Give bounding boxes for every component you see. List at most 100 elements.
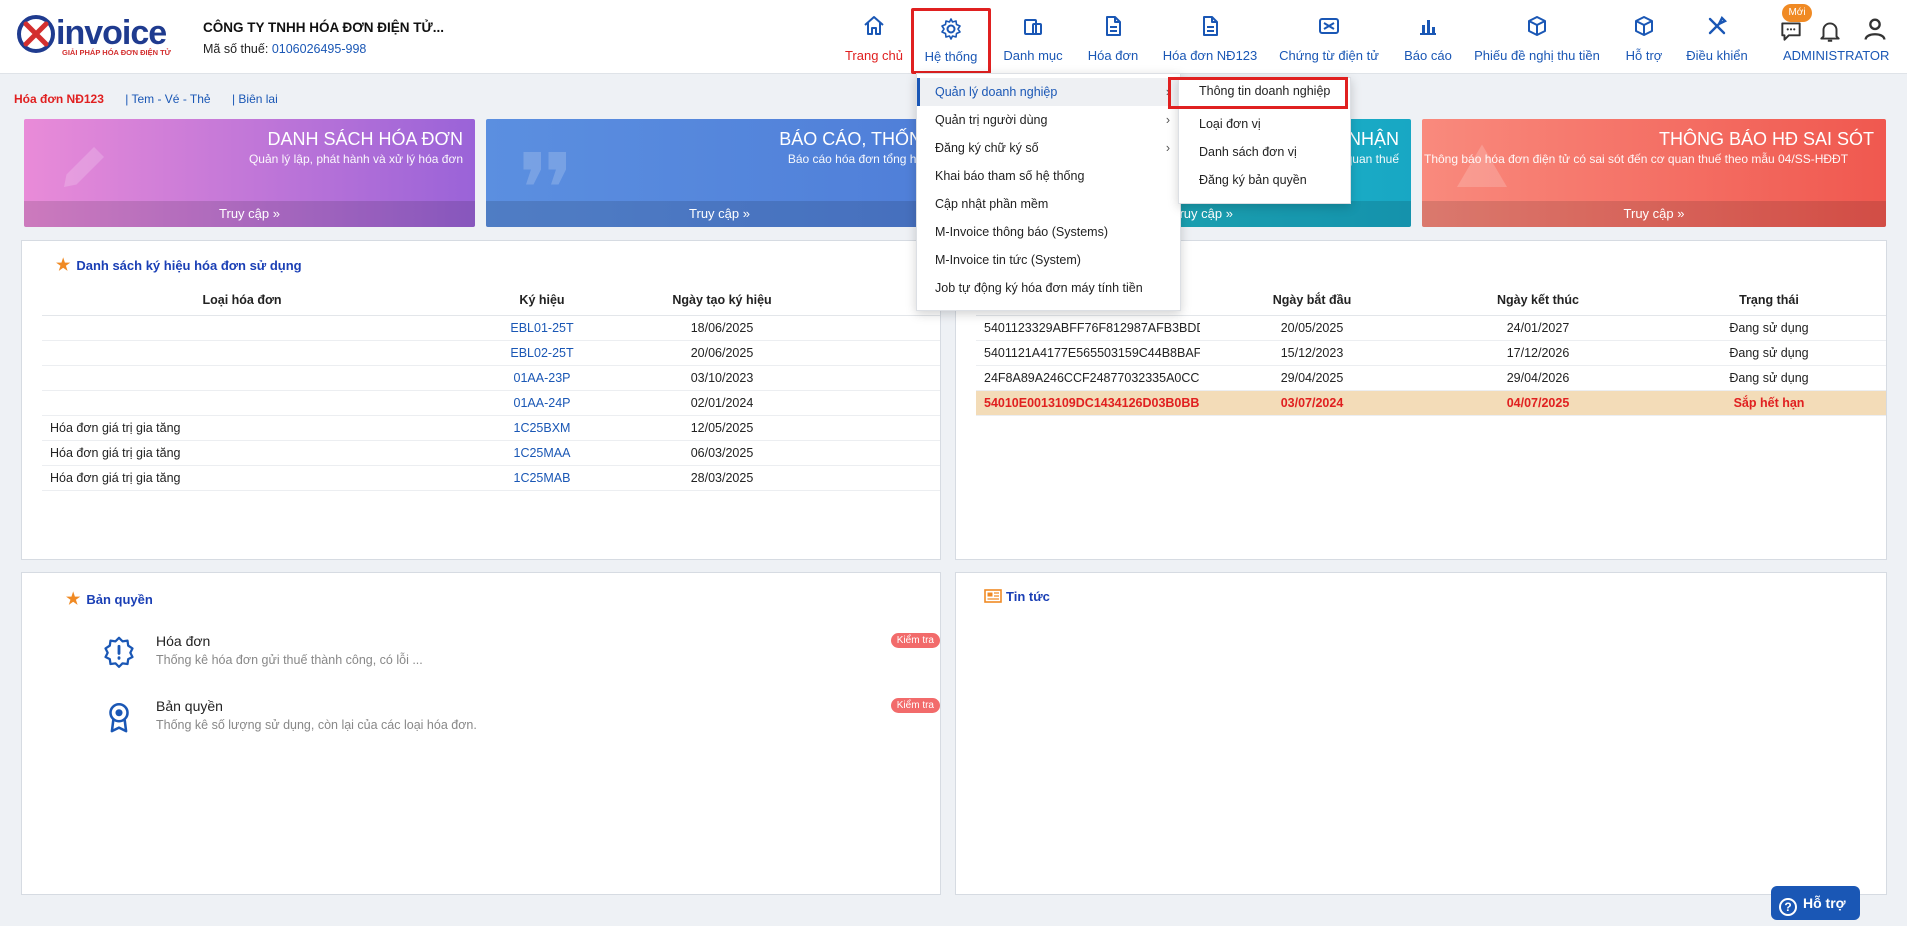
invoice-doc-icon bbox=[1203, 16, 1218, 36]
tile-access-link[interactable]: Truy cập » bbox=[1160, 201, 1411, 227]
table-row-expiring[interactable]: 54010E0013109DC1434126D03B0BB' 03/07/2024… bbox=[976, 390, 1886, 416]
home-icon bbox=[864, 16, 884, 35]
col-status: Trạng thái bbox=[1652, 285, 1886, 316]
table-row[interactable]: 01AA-24P 02/01/2024 bbox=[42, 390, 940, 416]
cell-symbol[interactable]: 1C25MAA bbox=[442, 440, 642, 466]
license-item-invoice[interactable]: Hóa đơn Thống kê hóa đơn gửi thuế thành … bbox=[72, 629, 940, 679]
menu-item-minvoice-notices[interactable]: M-Invoice thông báo (Systems) bbox=[917, 218, 1182, 246]
tile-title: NHẬN bbox=[1347, 129, 1399, 149]
submenu-item-unit-list[interactable]: Danh sách đơn vị bbox=[1179, 138, 1352, 166]
nav-support-label: Hỗ trợ bbox=[1625, 48, 1663, 63]
table-row[interactable]: 5401123329ABFF76F812987AFB3BDD 20/05/2025… bbox=[976, 315, 1886, 341]
table-row[interactable]: Hóa đơn giá trị gia tăng 1C25MAA 06/03/202… bbox=[42, 440, 940, 466]
cell-end: 04/07/2025 bbox=[1424, 390, 1652, 416]
cell-symbol[interactable]: 01AA-23P bbox=[442, 365, 642, 391]
cell-symbol[interactable]: 1C25MAB bbox=[442, 465, 642, 491]
table-row[interactable]: Hóa đơn giá trị gia tăng 1C25MAB 28/03/202… bbox=[42, 465, 940, 491]
box-icon bbox=[1528, 16, 1546, 36]
tile-access-link[interactable]: Truy cập » bbox=[486, 201, 953, 227]
panel-title-text: Tin tức bbox=[1006, 589, 1050, 604]
cell-symbol[interactable]: 01AA-24P bbox=[442, 390, 642, 416]
chevron-right-icon: › bbox=[1165, 141, 1170, 155]
cell-symbol[interactable]: EBL02-25T bbox=[442, 340, 642, 366]
panel-title-text: Bản quyền bbox=[86, 592, 153, 607]
tile-error-notice[interactable]: THÔNG BÁO HĐ SAI SÓT Thông báo hóa đơn đ… bbox=[1422, 119, 1886, 227]
menu-item-software-update[interactable]: Cập nhật phần mềm bbox=[917, 190, 1182, 218]
tax-code-line: Mã số thuế: 0106026495-998 bbox=[203, 42, 366, 56]
subnav-link-receipts[interactable]: | Biên lai bbox=[232, 92, 278, 106]
tile-title: THÔNG BÁO HĐ SAI SÓT bbox=[1658, 129, 1874, 149]
subnav-link-stamps[interactable]: | Tem - Vé - Thẻ bbox=[125, 92, 210, 106]
cell-type bbox=[42, 390, 442, 416]
tile-title: DANH SÁCH HÓA ĐƠN bbox=[267, 129, 463, 149]
check-button[interactable]: Kiểm tra bbox=[890, 633, 940, 648]
menu-item-label: Đăng ký chữ ký số bbox=[935, 141, 1039, 155]
symbols-table: Loại hóa đơn Ký hiệu Ngày tạo ký hiệu EB… bbox=[42, 285, 940, 491]
submenu-item-unit-type[interactable]: Loại đơn vị bbox=[1179, 110, 1352, 138]
cell-status: Đang sử dụng bbox=[1652, 340, 1886, 366]
menu-item-label: Quản lý doanh nghiệp bbox=[935, 85, 1058, 99]
cell-serial: 54010E0013109DC1434126D03B0BB' bbox=[976, 390, 1200, 416]
cell-symbol[interactable]: 1C25BXM bbox=[442, 415, 642, 441]
nav-catalog[interactable]: Danh mục bbox=[996, 0, 1070, 72]
news-icon bbox=[984, 589, 1002, 603]
tile-invoice-list[interactable]: DANH SÁCH HÓA ĐƠN Quản lý lập, phát hành… bbox=[24, 119, 475, 227]
gear-icon bbox=[941, 18, 961, 40]
new-badge: Mới bbox=[1782, 4, 1812, 22]
cell-symbol[interactable]: EBL01-25T bbox=[442, 315, 642, 341]
table-row[interactable]: 24F8A89A246CCF24877032335A0CCI 29/04/2025… bbox=[976, 365, 1886, 391]
menu-item-company-management[interactable]: Quản lý doanh nghiệp › bbox=[917, 78, 1182, 106]
tile-desc: Thông báo hóa đơn điện tử có sai sót đến… bbox=[1424, 152, 1849, 166]
submenu-item-company-info[interactable]: Thông tin doanh nghiệp bbox=[1168, 77, 1348, 109]
menu-item-minvoice-news[interactable]: M-Invoice tin tức (System) bbox=[917, 246, 1182, 274]
table-row[interactable]: 01AA-23P 03/10/2023 bbox=[42, 365, 940, 391]
menu-item-system-params[interactable]: Khai báo tham số hệ thống bbox=[917, 162, 1182, 190]
submenu-item-license-register[interactable]: Đăng ký bản quyền bbox=[1179, 166, 1352, 194]
nav-system[interactable]: Hệ thống bbox=[911, 8, 991, 74]
subnav-current[interactable]: Hóa đơn NĐ123 bbox=[14, 92, 104, 106]
check-button[interactable]: Kiểm tra bbox=[890, 698, 940, 713]
tile-access-link[interactable]: Truy cập » bbox=[24, 201, 475, 227]
nav-control-label: Điều khiển bbox=[1686, 48, 1748, 63]
nav-invoice-nd123[interactable]: Hóa đơn NĐ123 bbox=[1157, 0, 1263, 72]
table-row[interactable]: EBL01-25T 18/06/2025 bbox=[42, 315, 940, 341]
cell-type bbox=[42, 340, 442, 366]
menu-item-label: Cập nhật phần mềm bbox=[935, 197, 1049, 211]
nav-report[interactable]: Báo cáo bbox=[1396, 0, 1460, 72]
table-row[interactable]: 5401121A4177E565503159C44B8BAF 15/12/2023… bbox=[976, 340, 1886, 366]
user-icon[interactable] bbox=[1861, 15, 1889, 43]
catalog-icon bbox=[1024, 19, 1042, 35]
company-submenu: Thông tin doanh nghiệp Loại đơn vị Danh … bbox=[1168, 77, 1352, 204]
nav-support[interactable]: Hỗ trợ bbox=[1614, 0, 1674, 72]
panel-title: ★ Bản quyền bbox=[66, 589, 153, 609]
license-item-license[interactable]: Bản quyền Thống kê số lượng sử dụng, còn… bbox=[72, 694, 940, 744]
bell-icon[interactable] bbox=[1817, 18, 1843, 44]
col-created-date: Ngày tạo ký hiệu bbox=[642, 285, 802, 316]
nav-control[interactable]: Điều khiển bbox=[1680, 0, 1754, 72]
table-row[interactable]: Hóa đơn giá trị gia tăng 1C25BXM 12/05/202… bbox=[42, 415, 940, 441]
tile-access-link[interactable]: Truy cập » bbox=[1422, 201, 1886, 227]
menu-item-user-admin[interactable]: Quản trị người dùng › bbox=[917, 106, 1182, 134]
help-button[interactable]: ? Hỗ trợ bbox=[1771, 886, 1860, 920]
cell-end: 29/04/2026 bbox=[1424, 365, 1652, 391]
tax-code-label: Mã số thuế: bbox=[203, 42, 269, 56]
nav-payment-request[interactable]: Phiếu đề nghị thu tiền bbox=[1470, 0, 1604, 72]
menu-item-auto-sign-job[interactable]: Job tự động ký hóa đơn máy tính tiền bbox=[917, 274, 1182, 302]
cell-date: 28/03/2025 bbox=[642, 465, 802, 491]
app-header: invoice GIẢI PHÁP HÓA ĐƠN ĐIỆN TỬ CÔNG T… bbox=[0, 0, 1907, 74]
cell-end: 17/12/2026 bbox=[1424, 340, 1652, 366]
table-row[interactable]: EBL02-25T 20/06/2025 bbox=[42, 340, 940, 366]
tile-access-label: Truy cập bbox=[1623, 206, 1674, 221]
user-name[interactable]: ADMINISTRATOR bbox=[1783, 48, 1889, 63]
nav-home[interactable]: Trang chủ bbox=[840, 0, 908, 72]
tile-report[interactable]: BÁO CÁO, THỐNG K Báo cáo hóa đơn tổng hợ… bbox=[486, 119, 953, 227]
menu-item-digital-signature[interactable]: Đăng ký chữ ký số › bbox=[917, 134, 1182, 162]
cell-type bbox=[42, 365, 442, 391]
minvoice-logo[interactable]: invoice GIẢI PHÁP HÓA ĐƠN ĐIỆN TỬ bbox=[16, 12, 186, 58]
nav-invoice[interactable]: Hóa đơn bbox=[1078, 0, 1148, 72]
bar-chart-icon bbox=[1420, 20, 1436, 35]
invoice-icon bbox=[1106, 16, 1121, 36]
nav-e-voucher[interactable]: Chứng từ điện tử bbox=[1276, 0, 1382, 72]
star-icon: ★ bbox=[56, 257, 71, 274]
cell-serial: 5401123329ABFF76F812987AFB3BDD bbox=[976, 315, 1200, 341]
